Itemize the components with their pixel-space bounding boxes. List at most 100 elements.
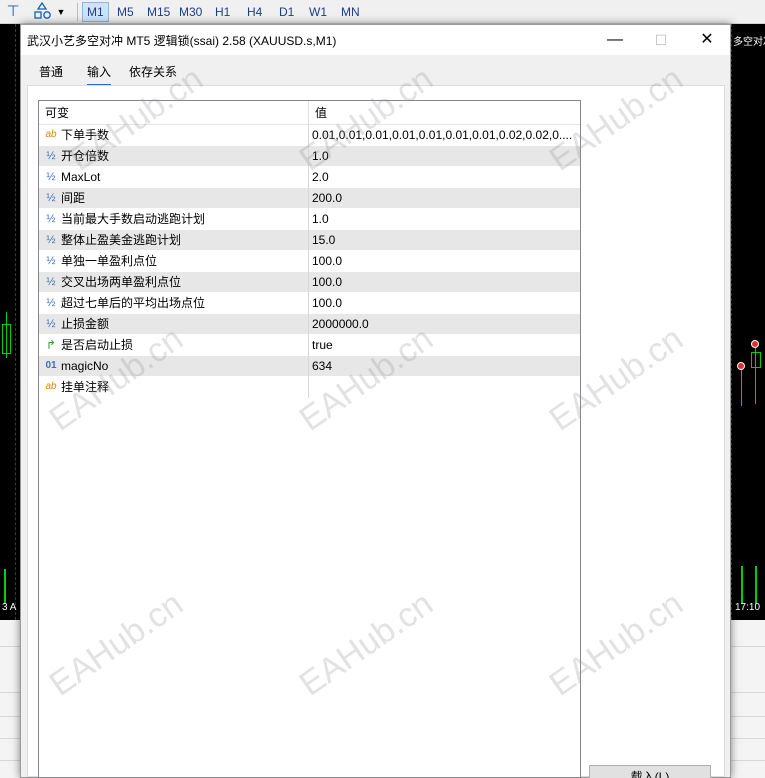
param-name: 交叉出场两单盈利点位 <box>61 275 182 289</box>
param-name: 止损金额 <box>61 317 110 331</box>
param-value[interactable]: 15.0 <box>312 230 578 250</box>
dialog-titlebar[interactable]: 武汉小艺多空对冲 MT5 逻辑锁(ssai) 2.58 (XAUUSD.s,M1… <box>21 25 730 55</box>
tab-inputs[interactable]: 输入 <box>87 63 112 86</box>
param-value[interactable]: true <box>312 335 578 355</box>
timeframe-m1[interactable]: M1 <box>82 2 109 22</box>
param-name: 单独一单盈利点位 <box>61 254 158 268</box>
chart-area-left <box>0 24 20 620</box>
volume-bar <box>741 566 743 604</box>
param-value[interactable]: 200.0 <box>312 188 578 208</box>
column-divider <box>308 230 309 251</box>
toolbar-separator <box>77 3 78 21</box>
inputs-property-grid: 可变 值 ab 下单手数 0.01,0.01,0.01,0.01,0.01,0.… <box>38 100 581 778</box>
bool-type-icon: ↱ <box>45 338 57 352</box>
string-type-icon: ab <box>45 381 57 392</box>
param-row-order-comment[interactable]: ab 挂单注释 <box>39 377 580 398</box>
param-row-open-multiplier[interactable]: ½ 开仓倍数 1.0 <box>39 146 580 167</box>
param-name: MaxLot <box>61 170 101 184</box>
param-row-enable-stoploss[interactable]: ↱ 是否启动止损 true <box>39 335 580 356</box>
ea-properties-dialog: 武汉小艺多空对冲 MT5 逻辑锁(ssai) 2.58 (XAUUSD.s,M1… <box>20 24 731 778</box>
param-name: 挂单注释 <box>61 380 110 394</box>
param-name: 超过七单后的平均出场点位 <box>61 296 206 310</box>
double-type-icon: ½ <box>46 213 56 225</box>
column-divider <box>308 251 309 272</box>
grid-rows: ab 下单手数 0.01,0.01,0.01,0.01,0.01,0.01,0.… <box>39 125 580 398</box>
param-value[interactable]: 1.0 <box>312 146 578 166</box>
tab-strip: 普通 输入 依存关系 <box>21 55 730 86</box>
column-header-variable[interactable]: 可变 <box>39 101 69 125</box>
timeframe-h1[interactable]: H1 <box>211 2 234 22</box>
param-value[interactable]: 100.0 <box>312 293 578 313</box>
timeframe-w1[interactable]: W1 <box>305 2 331 22</box>
candle-wick <box>741 364 742 406</box>
trade-marker <box>737 362 745 370</box>
column-divider <box>308 356 309 377</box>
timeframe-m5[interactable]: M5 <box>113 2 138 22</box>
crosshair-text-icon[interactable]: ⊤ <box>2 2 24 22</box>
param-value[interactable]: 634 <box>312 356 578 376</box>
column-divider <box>308 188 309 209</box>
column-divider <box>308 209 309 230</box>
dialog-content: 普通 输入 依存关系 可变 值 ab 下单手数 0.01,0.01,0.01,0… <box>21 55 730 778</box>
column-header-value[interactable]: 值 <box>309 101 327 125</box>
param-row-stoploss-amount[interactable]: ½ 止损金额 2000000.0 <box>39 314 580 335</box>
timeframe-m30[interactable]: M30 <box>175 2 206 22</box>
inputs-tab-pane: 可变 值 ab 下单手数 0.01,0.01,0.01,0.01,0.01,0.… <box>27 85 725 778</box>
timeframe-d1[interactable]: D1 <box>275 2 298 22</box>
param-value[interactable] <box>312 377 578 397</box>
time-axis-label: 17:10 <box>735 602 761 613</box>
grid-header: 可变 值 <box>39 101 580 125</box>
chart-toolbar: ⊤ ▼ M1 M5 M15 M30 H1 H4 D1 W1 MN <box>0 0 765 24</box>
chart-gridline <box>731 24 732 620</box>
minimize-button[interactable]: — <box>592 25 638 55</box>
param-name: 当前最大手数启动逃跑计划 <box>61 212 206 226</box>
shapes-icon[interactable] <box>32 1 54 22</box>
param-row-cross-exit[interactable]: ½ 交叉出场两单盈利点位 100.0 <box>39 272 580 293</box>
chart-area-right <box>729 24 765 620</box>
param-value[interactable]: 1.0 <box>312 209 578 229</box>
candle <box>751 352 761 368</box>
chart-gridline <box>15 24 16 620</box>
timeframe-mn[interactable]: MN <box>337 2 364 22</box>
param-row-spacing[interactable]: ½ 间距 200.0 <box>39 188 580 209</box>
string-type-icon: ab <box>45 129 57 140</box>
double-type-icon: ½ <box>46 318 56 330</box>
double-type-icon: ½ <box>46 297 56 309</box>
param-name: 开仓倍数 <box>61 149 110 163</box>
maximize-button: ☐ <box>654 32 668 48</box>
param-name: 下单手数 <box>61 128 110 142</box>
param-value[interactable]: 100.0 <box>312 251 578 271</box>
close-button[interactable]: ✕ <box>684 25 730 55</box>
column-divider <box>308 125 309 146</box>
integer-type-icon: 01 <box>45 360 57 371</box>
param-row-lots[interactable]: ab 下单手数 0.01,0.01,0.01,0.01,0.01,0.01,0.… <box>39 125 580 146</box>
column-divider <box>308 335 309 356</box>
param-name: 间距 <box>61 191 86 205</box>
double-type-icon: ½ <box>46 234 56 246</box>
double-type-icon: ½ <box>46 276 56 288</box>
param-row-avg-exit[interactable]: ½ 超过七单后的平均出场点位 100.0 <box>39 293 580 314</box>
tab-dependencies[interactable]: 依存关系 <box>129 63 177 80</box>
param-value[interactable]: 2.0 <box>312 167 578 187</box>
candle <box>2 324 11 354</box>
param-row-magicno[interactable]: 01 magicNo 634 <box>39 356 580 377</box>
param-value[interactable]: 2000000.0 <box>312 314 578 334</box>
timeframe-m15[interactable]: M15 <box>143 2 174 22</box>
param-row-single-profit[interactable]: ½ 单独一单盈利点位 100.0 <box>39 251 580 272</box>
column-divider <box>308 377 309 398</box>
param-row-max-lot-escape[interactable]: ½ 当前最大手数启动逃跑计划 1.0 <box>39 209 580 230</box>
param-value[interactable]: 100.0 <box>312 272 578 292</box>
column-divider <box>308 293 309 314</box>
tab-common[interactable]: 普通 <box>39 63 63 80</box>
param-row-maxlot[interactable]: ½ MaxLot 2.0 <box>39 167 580 188</box>
timeframe-h4[interactable]: H4 <box>243 2 266 22</box>
double-type-icon: ½ <box>46 171 56 183</box>
chevron-down-icon[interactable]: ▼ <box>54 2 68 22</box>
param-row-total-tp-escape[interactable]: ½ 整体止盈美金逃跑计划 15.0 <box>39 230 580 251</box>
double-type-icon: ½ <box>46 192 56 204</box>
load-button[interactable]: 载入(L) <box>589 765 711 778</box>
chart-title: 多空对冲 <box>733 37 765 48</box>
double-type-icon: ½ <box>46 150 56 162</box>
param-value[interactable]: 0.01,0.01,0.01,0.01,0.01,0.01,0.01,0.02,… <box>312 125 578 145</box>
double-type-icon: ½ <box>46 255 56 267</box>
